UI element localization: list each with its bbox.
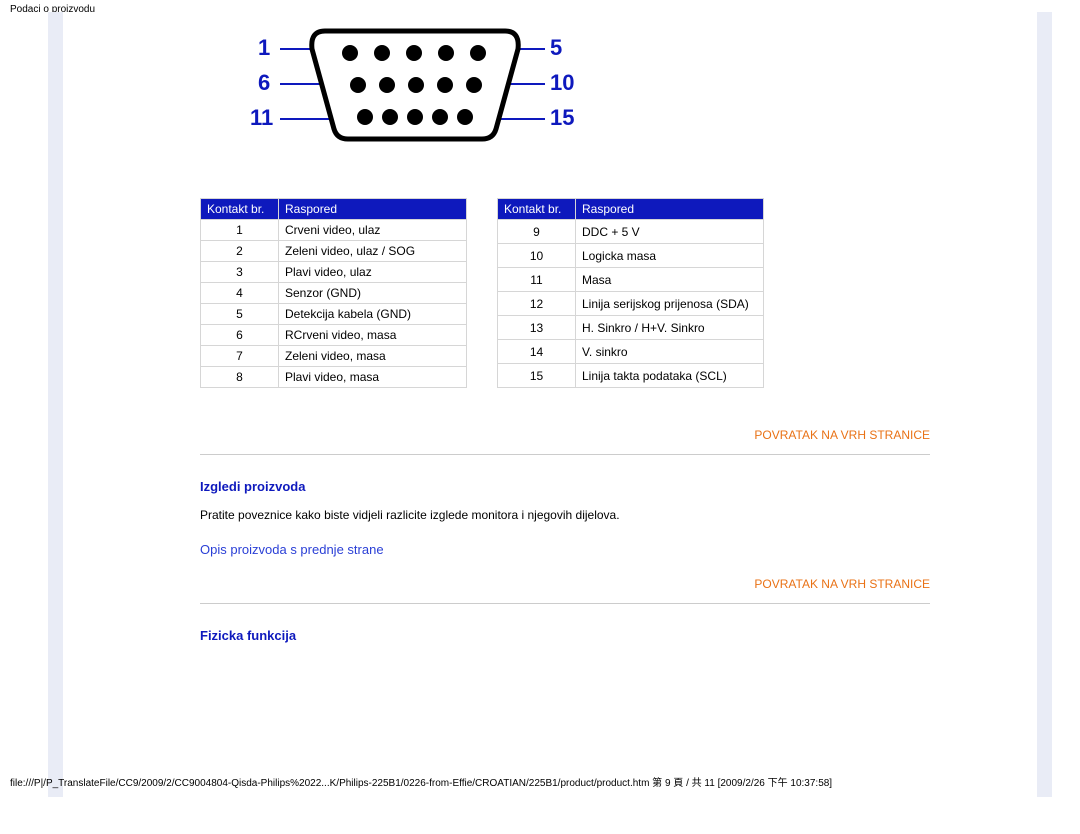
front-view-link[interactable]: Opis proizvoda s prednje strane bbox=[200, 542, 384, 557]
divider bbox=[200, 603, 930, 604]
pin-label: 11 bbox=[250, 105, 273, 130]
pin-label: 5 bbox=[550, 35, 562, 60]
pin-tables: Kontakt br. Raspored 1Crveni video, ulaz… bbox=[200, 198, 930, 388]
table-row: 9DDC + 5 V bbox=[498, 220, 764, 244]
pin-table-left: Kontakt br. Raspored 1Crveni video, ulaz… bbox=[200, 198, 467, 388]
table-row: 13H. Sinkro / H+V. Sinkro bbox=[498, 316, 764, 340]
table-row: 3Plavi video, ulaz bbox=[201, 262, 467, 283]
table-row: 7Zeleni video, masa bbox=[201, 346, 467, 367]
table-row: 10Logicka masa bbox=[498, 244, 764, 268]
table-row: 12Linija serijskog prijenosa (SDA) bbox=[498, 292, 764, 316]
table-row: 8Plavi video, masa bbox=[201, 367, 467, 388]
table-row: 5Detekcija kabela (GND) bbox=[201, 304, 467, 325]
col-header-num: Kontakt br. bbox=[201, 199, 279, 220]
table-row: 14V. sinkro bbox=[498, 340, 764, 364]
col-header-desc: Raspored bbox=[279, 199, 467, 220]
col-header-desc: Raspored bbox=[576, 199, 764, 220]
table-row: 11Masa bbox=[498, 268, 764, 292]
footer-path: file:///P|/P_TranslateFile/CC9/2009/2/CC… bbox=[10, 774, 832, 789]
vga-connector-diagram: 1 6 11 5 10 15 bbox=[250, 25, 930, 148]
back-to-top-link[interactable]: POVRATAK NA VRH STRANICE bbox=[754, 428, 930, 442]
section-body-views: Pratite poveznice kako biste vidjeli raz… bbox=[200, 508, 930, 522]
page-title: Podaci o proizvodu bbox=[0, 0, 1080, 17]
section-title-physical: Fizicka funkcija bbox=[200, 628, 930, 643]
pin-label: 15 bbox=[550, 105, 574, 130]
table-row: 15Linija takta podataka (SCL) bbox=[498, 364, 764, 388]
pin-label: 1 bbox=[258, 35, 270, 60]
pin-label: 10 bbox=[550, 70, 574, 95]
pin-label: 6 bbox=[258, 70, 270, 95]
table-row: 6RCrveni video, masa bbox=[201, 325, 467, 346]
divider bbox=[200, 454, 930, 455]
section-title-views: Izgledi proizvoda bbox=[200, 479, 930, 494]
table-row: 1Crveni video, ulaz bbox=[201, 220, 467, 241]
pin-table-right: Kontakt br. Raspored 9DDC + 5 V 10Logick… bbox=[497, 198, 764, 388]
table-row: 4Senzor (GND) bbox=[201, 283, 467, 304]
table-row: 2Zeleni video, ulaz / SOG bbox=[201, 241, 467, 262]
back-to-top-link[interactable]: POVRATAK NA VRH STRANICE bbox=[754, 577, 930, 591]
col-header-num: Kontakt br. bbox=[498, 199, 576, 220]
